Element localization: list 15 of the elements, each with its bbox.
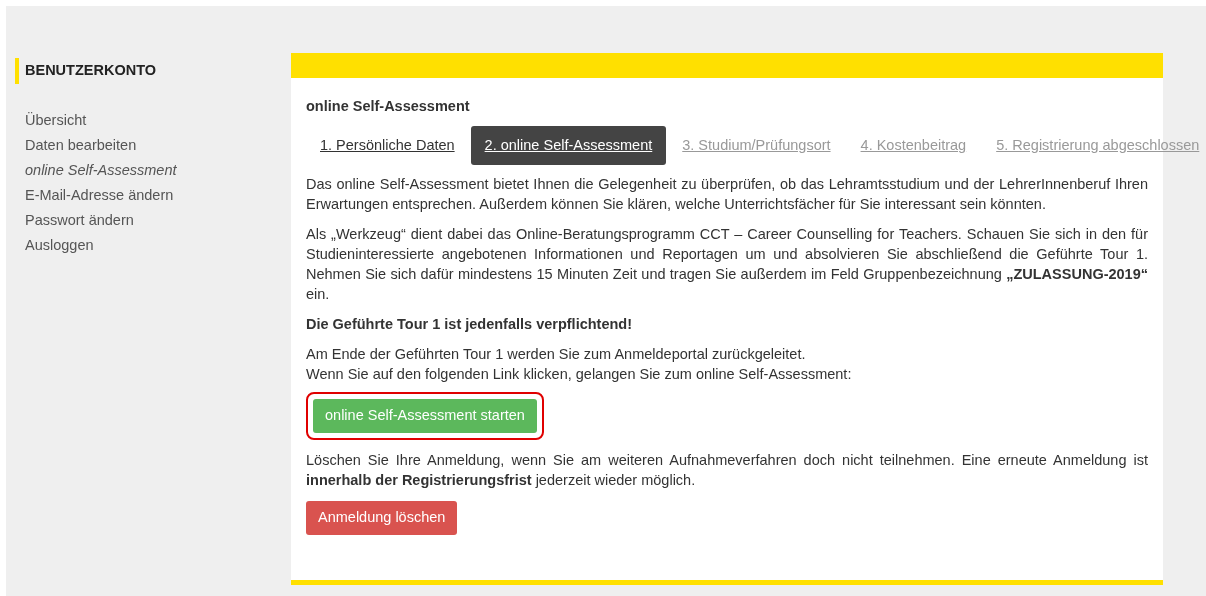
sidebar-link[interactable]: Übersicht [25, 107, 87, 133]
paragraph: Als „Werkzeug“ dient dabei das Online-Beratungsprogramm CCT – Career Counselling for Teachers. Schauen Sie sich in den für Studieninteressierte angebotenen Informationen und Reportagen um und absolvieren Sie abschließend die Geführte Tour 1. Nehmen Sie sich dafür mindestens 15 Minuten Zeit und tragen Sie außerdem im Feld Gruppenbezeichnung „ZULASSUNG-2019“ ein. [306, 224, 1148, 304]
paragraph: Das online Self-Assessment bietet Ihnen die Gelegenheit zu überprüfen, ob das Lehramtsstudium und der LehrerInnenberuf Ihren Erwartungen entsprechen. Außerdem können Sie klären, welche Unterrichtsfächer für Sie interessant sein könnten. [306, 174, 1148, 214]
paragraph: Die Geführte Tour 1 ist jedenfalls verpflichtend! [306, 314, 634, 334]
sidebar-link[interactable]: Ausloggen [25, 232, 94, 258]
sidebar-link[interactable]: E-Mail-Adresse ändern [25, 182, 174, 208]
sidebar-link[interactable]: Passwort ändern [25, 207, 134, 233]
section-heading: online Self-Assessment [306, 97, 470, 116]
paragraph: Am Ende der Geführten Tour 1 werden Sie zum Anmeldeportal zurückgeleitet. Wenn Sie auf den folgenden Link klicken, gelangen Sie zum online Self-Assessment: [306, 344, 853, 384]
sidebar-link[interactable]: online Self-Assessment [25, 157, 177, 183]
delete-button[interactable]: Anmeldung löschen [306, 500, 458, 535]
paragraph: Löschen Sie Ihre Anmeldung, wenn Sie am weiteren Aufnahmeverfahren doch nicht teilnehmen. Eine erneute Anmeldung ist innerhalb der Registrierungsfrist jederzeit wieder möglich. [306, 450, 1148, 490]
sidebar-link[interactable]: Daten bearbeiten [25, 132, 137, 158]
step-tab[interactable]: 2. online Self-Assessment [470, 125, 667, 165]
step-tab[interactable]: 1. Persönliche Daten [306, 125, 469, 165]
